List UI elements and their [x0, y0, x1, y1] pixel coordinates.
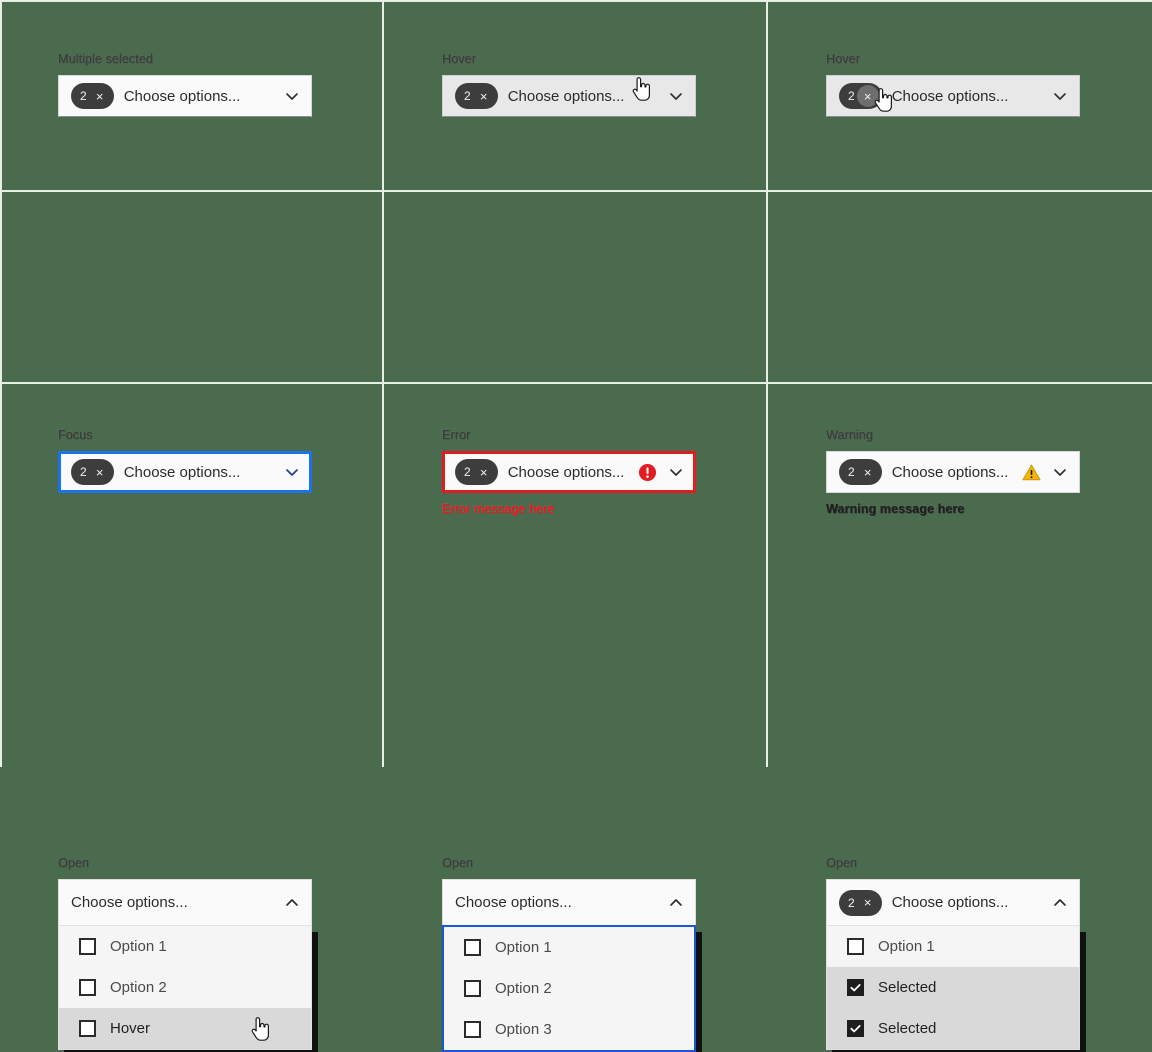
field-label: Hover: [826, 52, 860, 66]
placeholder-text: Choose options...: [891, 87, 1009, 105]
chevron-up-icon[interactable]: [667, 894, 685, 912]
placeholder-text: Choose options...: [891, 894, 1009, 911]
chip-count-label: 2: [464, 89, 471, 103]
chip-remove-icon[interactable]: ×: [856, 85, 879, 107]
multiselect-trigger[interactable]: Choose options...: [58, 879, 312, 925]
menu-option[interactable]: Option 2: [444, 968, 694, 1009]
menu-option-label: Option 1: [495, 939, 552, 956]
chip-count-label: 2: [80, 89, 87, 103]
menu-option[interactable]: Option 1: [827, 926, 1079, 967]
state-matrix-grid: Multiple selected 2 × Choose options... …: [0, 0, 1152, 1052]
open-dropdown: Choose options... Option 1 Option 2: [442, 879, 696, 1052]
cell-hover-field: Hover 2 × Choose options...: [384, 0, 768, 192]
menu-option-label: Selected: [878, 1020, 937, 1037]
chevron-down-icon[interactable]: [1051, 87, 1069, 105]
menu-option-label: Selected: [878, 979, 937, 996]
options-menu: Option 1 Option 2 Hover: [58, 925, 312, 1050]
checkbox-unchecked-icon[interactable]: [847, 938, 864, 955]
menu-option-label: Option 1: [878, 938, 935, 955]
options-menu: Option 1 Option 2 Option 3: [442, 925, 696, 1052]
field-label: Open: [442, 856, 473, 870]
cell-hover-chip-remove: Hover 2 × Choose options...: [768, 0, 1152, 192]
field-group-multiple-selected: Multiple selected 2 × Choose options...: [58, 52, 312, 117]
chip-count-label: 2: [848, 89, 855, 103]
chip-count-label: 2: [848, 895, 855, 910]
menu-option[interactable]: Option 2: [59, 967, 311, 1008]
menu-option-label: Hover: [110, 1020, 151, 1037]
cell-open-selected: Open 2 × Choose options... Option 1 Sele…: [768, 384, 1152, 1050]
placeholder-text: Choose options...: [455, 894, 572, 911]
menu-option-label: Option 2: [495, 980, 552, 997]
field-group-open-hover: Open Choose options... Option 1 Option 2…: [58, 856, 312, 1050]
field-label: Multiple selected: [58, 52, 153, 66]
cell-open-focus-menu: Open Choose options... Option 1 Option 2…: [384, 384, 768, 1052]
cell-warning: Warning 2 × Choose options... Warning me…: [768, 192, 1152, 516]
checkbox-unchecked-icon[interactable]: [79, 938, 96, 955]
checkbox-unchecked-icon[interactable]: [79, 1020, 96, 1037]
menu-option[interactable]: Option 1: [444, 927, 694, 968]
chevron-up-icon[interactable]: [283, 894, 301, 912]
field-group-hover-chip: Hover 2 × Choose options...: [826, 52, 1080, 117]
checkbox-checked-icon[interactable]: [847, 1020, 864, 1037]
menu-option-label: Option 2: [110, 979, 167, 996]
multiselect-trigger[interactable]: 2 × Choose options...: [826, 75, 1080, 117]
open-dropdown: Choose options... Option 1 Option 2: [58, 879, 312, 1050]
selection-count-chip[interactable]: 2 ×: [839, 83, 882, 109]
chip-remove-icon[interactable]: ×: [857, 892, 879, 914]
checkbox-unchecked-icon[interactable]: [464, 1021, 481, 1038]
cell-error: Error 2 × Choose options... Error messag…: [384, 192, 768, 516]
chip-remove-icon[interactable]: ×: [473, 85, 495, 107]
field-group-open-selected: Open 2 × Choose options... Option 1 Sele…: [826, 856, 1080, 1050]
open-dropdown: 2 × Choose options... Option 1 Selected …: [826, 879, 1080, 1050]
menu-option-label: Option 1: [110, 938, 167, 955]
checkbox-checked-icon[interactable]: [847, 979, 864, 996]
placeholder-text: Choose options...: [507, 87, 625, 105]
selection-count-chip[interactable]: 2 ×: [455, 83, 498, 109]
multiselect-trigger[interactable]: 2 × Choose options...: [58, 75, 312, 117]
cell-open-hover-item: Open Choose options... Option 1 Option 2…: [0, 384, 384, 1050]
field-label: Open: [58, 856, 89, 870]
field-group-open-focus: Open Choose options... Option 1 Option 2…: [442, 856, 696, 1052]
field-group-hover: Hover 2 × Choose options...: [442, 52, 696, 117]
selection-count-chip[interactable]: 2 ×: [839, 889, 882, 916]
field-label: Open: [826, 856, 857, 870]
chevron-down-icon[interactable]: [283, 87, 301, 105]
multiselect-trigger[interactable]: 2 × Choose options...: [826, 879, 1080, 925]
menu-option-label: Option 3: [495, 1021, 552, 1038]
chevron-up-icon[interactable]: [1051, 894, 1069, 912]
cell-focus: Focus 2 × Choose options...: [0, 192, 384, 493]
selection-count-chip[interactable]: 2 ×: [71, 83, 114, 109]
field-label: Hover: [442, 52, 476, 66]
multiselect-trigger[interactable]: 2 × Choose options...: [442, 75, 696, 117]
mouse-cursor-pointer: [251, 1017, 269, 1041]
checkbox-unchecked-icon[interactable]: [79, 979, 96, 996]
placeholder-text: Choose options...: [123, 87, 241, 105]
menu-option[interactable]: Option 1: [59, 926, 311, 967]
menu-option[interactable]: Hover: [59, 1008, 311, 1049]
checkbox-unchecked-icon[interactable]: [464, 939, 481, 956]
placeholder-text: Choose options...: [71, 894, 188, 911]
multiselect-trigger[interactable]: Choose options...: [442, 879, 696, 925]
menu-option[interactable]: Option 3: [444, 1009, 694, 1050]
menu-option[interactable]: Selected: [827, 1008, 1079, 1049]
chip-remove-icon[interactable]: ×: [89, 85, 111, 107]
cell-multiple-selected: Multiple selected 2 × Choose options...: [0, 0, 384, 192]
options-menu: Option 1 Selected Selected: [826, 925, 1080, 1050]
checkbox-unchecked-icon[interactable]: [464, 980, 481, 997]
chevron-down-icon[interactable]: [667, 87, 685, 105]
menu-option[interactable]: Selected: [827, 967, 1079, 1008]
